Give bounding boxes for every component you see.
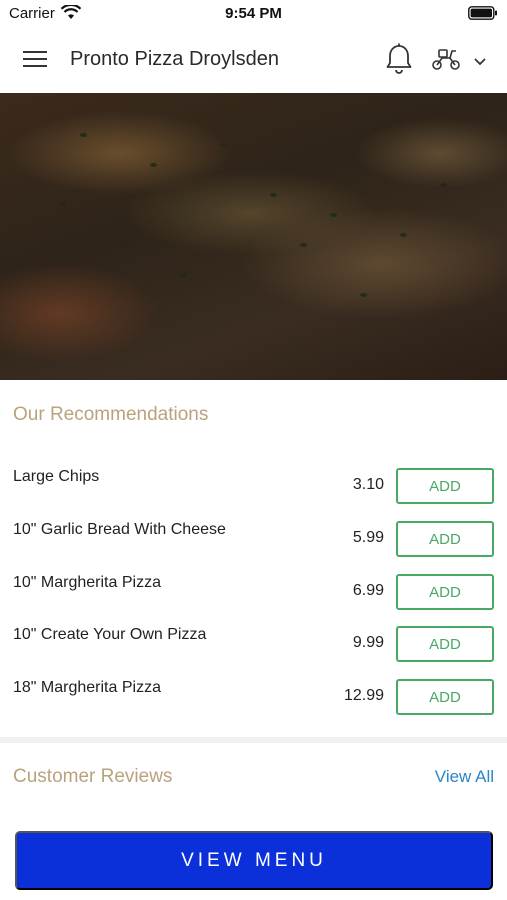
- list-item: 10" Garlic Bread With Cheese 5.99 ADD: [0, 521, 507, 561]
- add-button[interactable]: ADD: [396, 468, 494, 504]
- item-price: 12.99: [343, 687, 384, 704]
- page-title: Pronto Pizza Droylsden: [70, 48, 279, 70]
- add-button[interactable]: ADD: [396, 521, 494, 557]
- list-item: 18" Margherita Pizza 12.99 ADD: [0, 679, 507, 719]
- menu-icon[interactable]: [22, 48, 48, 70]
- battery-icon: [468, 6, 498, 25]
- reviews-title: Customer Reviews: [13, 766, 173, 787]
- recommendations-title: Our Recommendations: [13, 404, 209, 425]
- add-button[interactable]: ADD: [396, 626, 494, 662]
- item-name: 10" Create Your Own Pizza: [13, 626, 207, 643]
- item-price: 3.10: [352, 476, 384, 493]
- view-menu-button[interactable]: VIEW MENU: [15, 831, 493, 890]
- list-item: 10" Margherita Pizza 6.99 ADD: [0, 574, 507, 614]
- add-button[interactable]: ADD: [396, 574, 494, 610]
- list-item: Large Chips 3.10 ADD: [0, 468, 507, 508]
- status-bar: Carrier 9:54 PM: [0, 0, 507, 26]
- item-name: 10" Margherita Pizza: [13, 574, 161, 591]
- item-price: 5.99: [352, 529, 384, 546]
- section-divider: [0, 737, 507, 743]
- status-time: 9:54 PM: [225, 5, 282, 22]
- hero-image: [0, 93, 507, 380]
- item-name: 18" Margherita Pizza: [13, 679, 161, 696]
- item-price: 9.99: [352, 634, 384, 651]
- item-name: Large Chips: [13, 468, 100, 485]
- app-header: Pronto Pizza Droylsden: [0, 26, 507, 93]
- view-all-link[interactable]: View All: [435, 767, 494, 787]
- chevron-down-icon[interactable]: [473, 54, 487, 72]
- bell-icon[interactable]: [385, 42, 413, 81]
- add-button[interactable]: ADD: [396, 679, 494, 715]
- item-name: 10" Garlic Bread With Cheese: [13, 521, 226, 538]
- scooter-icon[interactable]: [431, 46, 461, 77]
- list-item: 10" Create Your Own Pizza 9.99 ADD: [0, 626, 507, 666]
- item-price: 6.99: [352, 582, 384, 599]
